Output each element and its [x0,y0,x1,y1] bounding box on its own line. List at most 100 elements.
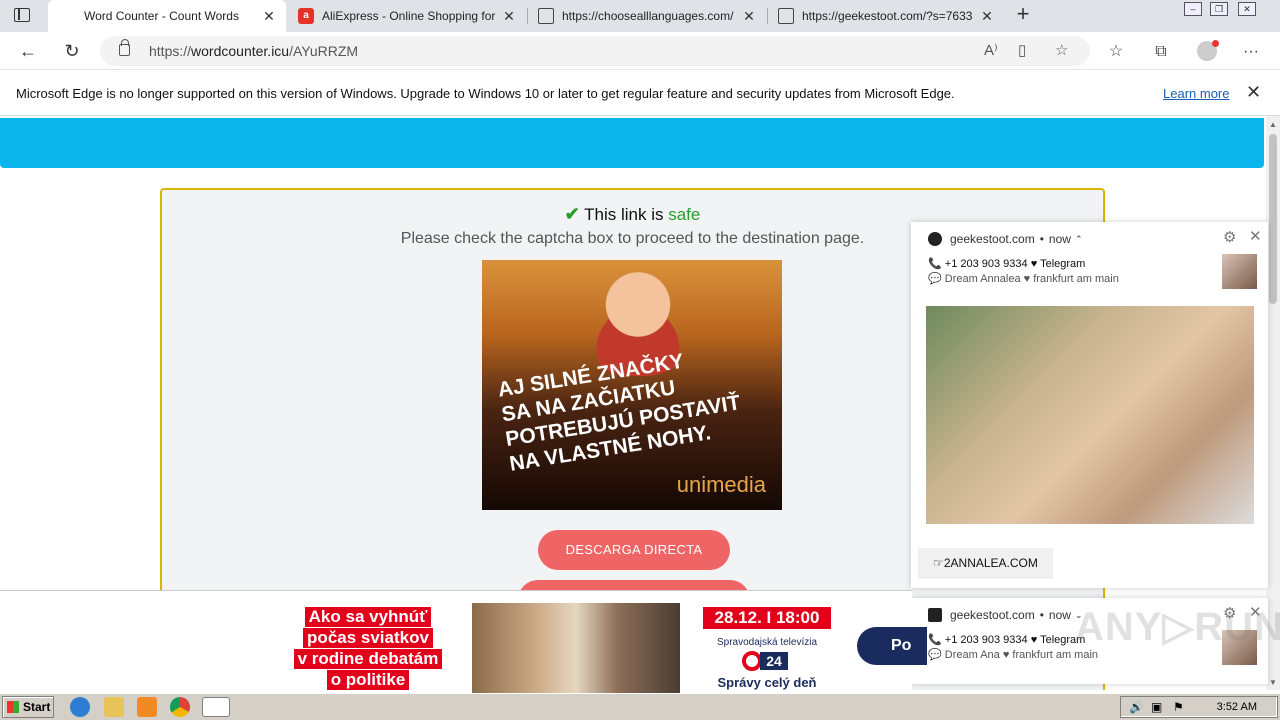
logo-ring [742,651,762,671]
close-icon[interactable]: ✕ [262,8,276,25]
header-band [0,118,1264,168]
bell-icon [928,232,942,246]
tab-aliexpress[interactable]: a AliExpress - Online Shopping for ✕ [288,0,526,32]
ad-text-line: o politike [326,670,410,690]
system-tray: 🔊 ▣ ⚑ 3:52 AM [1120,696,1278,718]
checkmark-icon: ✔ [564,204,580,224]
close-icon[interactable]: ✕ [980,8,994,25]
ad-slogan: Správy celý deň [717,675,817,690]
unsupported-os-infobar: Microsoft Edge is no longer supported on… [0,70,1280,116]
lock-icon[interactable] [119,39,130,56]
back-arrow-icon[interactable]: ← [16,39,40,63]
notification-source: geekestoot.com • now ⌃ [928,232,1082,246]
download-button[interactable]: DESCARGA DIRECTA [538,530,730,570]
notification-line: 📞 +1 203 903 9334 ♥ Telegram [928,258,1086,270]
tv24-logo: 24 [742,651,792,673]
ad-station: Spravodajská televízia [716,637,818,648]
learn-more-link[interactable]: Learn more [1163,86,1229,101]
scroll-up-icon[interactable]: ▲ [1269,120,1277,129]
close-icon[interactable]: ✕ [742,8,756,25]
more-options-icon[interactable]: ··· [1240,41,1262,63]
ad-headline: AJ SILNÉ ZNAČKY SA NA ZAČIATKU POTREBUJÚ… [496,333,782,477]
aliexpress-icon: a [298,8,314,24]
window-close-icon[interactable]: ✕ [1238,2,1256,16]
flag-icon[interactable]: ⚑ [1173,700,1184,714]
source-domain: geekestoot.com [950,232,1035,246]
scroll-thumb[interactable] [1269,134,1277,304]
close-icon[interactable]: ✕ [1246,82,1261,103]
windows-taskbar: Start 🔊 ▣ ⚑ 3:52 AM [0,693,1280,720]
notification-source: geekestoot.com • now ⌄ [928,608,1082,622]
network-icon[interactable]: ▣ [1151,700,1162,714]
tab-word-counter[interactable]: Word Counter - Count Words ✕ [48,0,286,32]
notification-image [926,306,1254,524]
bottom-banner-ad[interactable]: Ako sa vyhnúť počas sviatkov v rodine de… [0,590,927,693]
tab-choosealllanguages[interactable]: https://choosealllanguages.com/ ✕ [528,0,766,32]
url-scheme: https:// [149,43,192,59]
url-path: /AYuRRZM [289,43,359,59]
tab-title: Word Counter - Count Words [84,9,239,23]
separator-dot: • [1039,608,1044,622]
tab-actions-icon[interactable] [14,8,30,22]
separator-dot: • [1039,232,1044,246]
document-icon [538,8,554,24]
url-text[interactable]: https://wordcounter.icu/AYuRRZM [149,43,358,59]
read-aloud-icon[interactable]: A⁾ [984,41,998,59]
tab-title: https://choosealllanguages.com/ [562,9,734,23]
speaker-icon[interactable]: 🔊 [1129,700,1144,714]
tab-title: https://geekestoot.com/?s=7633 [802,9,973,23]
tab-title: AliExpress - Online Shopping for [322,9,496,23]
start-button[interactable]: Start [2,696,54,718]
gear-icon[interactable]: ⚙ [1223,228,1236,246]
ad-text-line: v rodine debatám [293,649,443,669]
url-host: wordcounter.icu [191,43,290,59]
chevron-up-icon[interactable]: ⌃ [1075,234,1083,245]
minimize-icon[interactable]: – [1184,2,1202,16]
clock[interactable]: 3:52 AM [1217,701,1257,713]
ad-cta-button[interactable]: Po [857,627,927,665]
notification-thumbnail [1222,254,1257,289]
notification-line-text: +1 203 903 9334 ♥ Telegram [944,634,1086,646]
ad-date: 28.12. I 18:00 [703,607,831,629]
notification-line-text: Dream Annalea ♥ frankfurt am main [944,273,1119,285]
notification-line: 💬 Dream Annalea ♥ frankfurt am main [928,273,1119,285]
banner-ad[interactable]: AJ SILNÉ ZNAČKY SA NA ZAČIATKU POTREBUJÚ… [482,260,782,510]
notification-line: 💬 Dream Ana ♥ frankfurt am main [928,649,1099,661]
safe-prefix: This link is [584,205,669,224]
address-bar[interactable]: https://wordcounter.icu/AYuRRZM A⁾ ▯ ☆ [100,36,1090,66]
close-icon[interactable]: ✕ [1249,227,1262,245]
close-icon[interactable]: ✕ [502,8,516,25]
media-player-icon[interactable] [137,697,157,717]
ad-text-block: Ako sa vyhnúť počas sviatkov v rodine de… [288,607,448,691]
source-domain: geekestoot.com [950,608,1035,622]
immersive-reader-icon[interactable]: ▯ [1018,41,1026,59]
notification-action-button[interactable]: ☞2ANNALEA.COM [918,548,1053,579]
tab-geekestoot[interactable]: https://geekestoot.com/?s=7633 ✕ [768,0,1004,32]
folder-icon[interactable] [104,697,124,717]
internet-explorer-icon[interactable] [70,697,90,717]
add-favorite-icon[interactable]: ☆ [1055,41,1068,59]
infobar-message: Microsoft Edge is no longer supported on… [16,86,955,101]
restore-icon[interactable]: ❐ [1210,2,1228,16]
ad-brand: unimedia [676,472,766,497]
notification-line: 📞 +1 203 903 9334 ♥ Telegram [928,634,1086,646]
notification-time: now [1048,608,1071,622]
navigation-bar: ← ↻ https://wordcounter.icu/AYuRRZM A⁾ ▯… [0,32,1280,70]
refresh-icon[interactable]: ↻ [60,39,84,63]
push-notification[interactable]: geekestoot.com • now ⌃ ⚙ ✕ 📞 +1 203 903 … [911,222,1268,588]
profile-avatar-icon[interactable] [1197,40,1219,61]
new-tab-plus-icon[interactable]: + [1012,3,1034,26]
tab-strip: Word Counter - Count Words ✕ a AliExpres… [0,0,1280,32]
logo-number: 24 [760,652,788,670]
ad-text-line: počas sviatkov [303,628,433,648]
alert-icon [928,608,942,622]
notification-line-text: +1 203 903 9334 ♥ Telegram [944,258,1086,270]
favorites-icon[interactable]: ☆ [1105,41,1127,63]
notification-line-text: Dream Ana ♥ frankfurt am main [944,649,1099,661]
chrome-icon[interactable] [170,697,190,717]
safe-word: safe [668,205,701,224]
document-icon [778,8,794,24]
scroll-down-icon[interactable]: ▼ [1269,678,1277,687]
edge-icon[interactable] [202,697,230,717]
collections-icon[interactable]: ⧉ [1150,41,1172,63]
